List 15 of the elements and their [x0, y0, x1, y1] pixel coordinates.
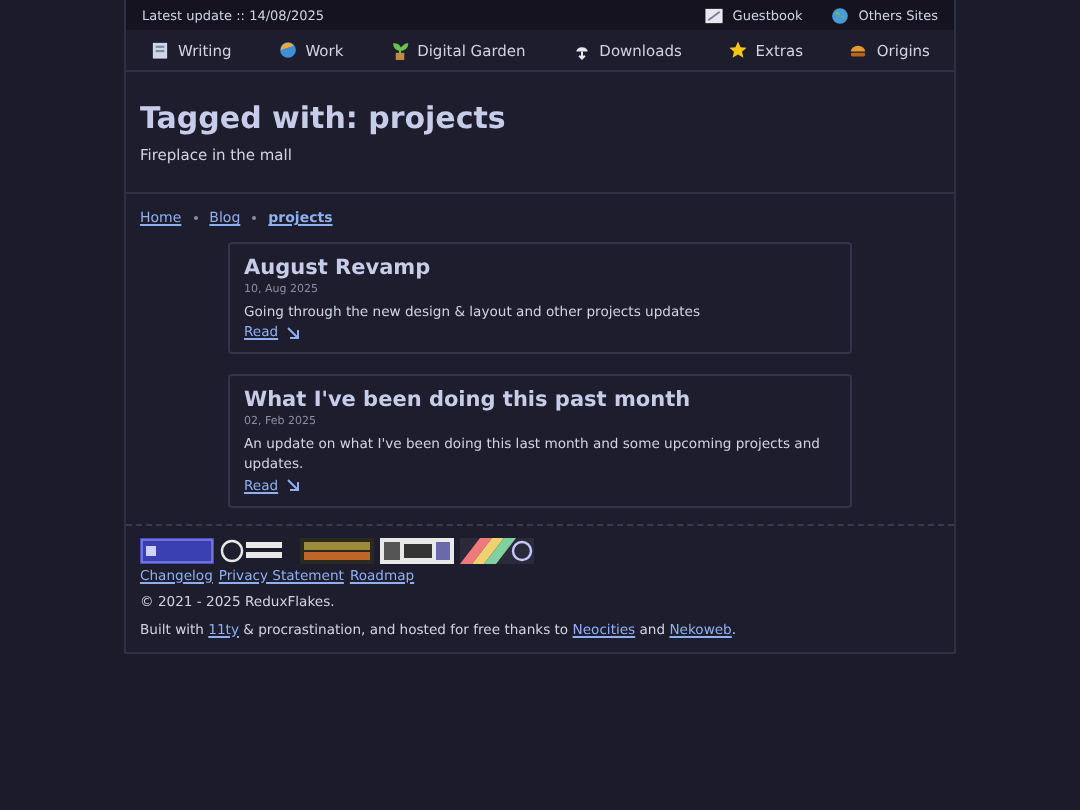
web-badge-icon[interactable]	[460, 537, 534, 564]
page-title: Tagged with: projects	[140, 100, 508, 136]
separator-dot-icon	[193, 216, 198, 220]
planet-icon	[277, 40, 298, 60]
document-icon	[150, 40, 170, 60]
sprout-icon	[389, 40, 410, 60]
web-badge-icon[interactable]	[140, 537, 214, 564]
arrow-down-right-icon	[286, 325, 301, 340]
separator-dot-icon	[252, 216, 257, 220]
globe-icon	[830, 5, 851, 25]
web-badge-icon[interactable]	[380, 537, 454, 564]
star-icon	[727, 40, 748, 60]
arrow-down-right-icon	[286, 478, 301, 493]
post-title: August Revamp	[244, 256, 433, 280]
post-title: What I've been doing this past month	[244, 388, 693, 413]
